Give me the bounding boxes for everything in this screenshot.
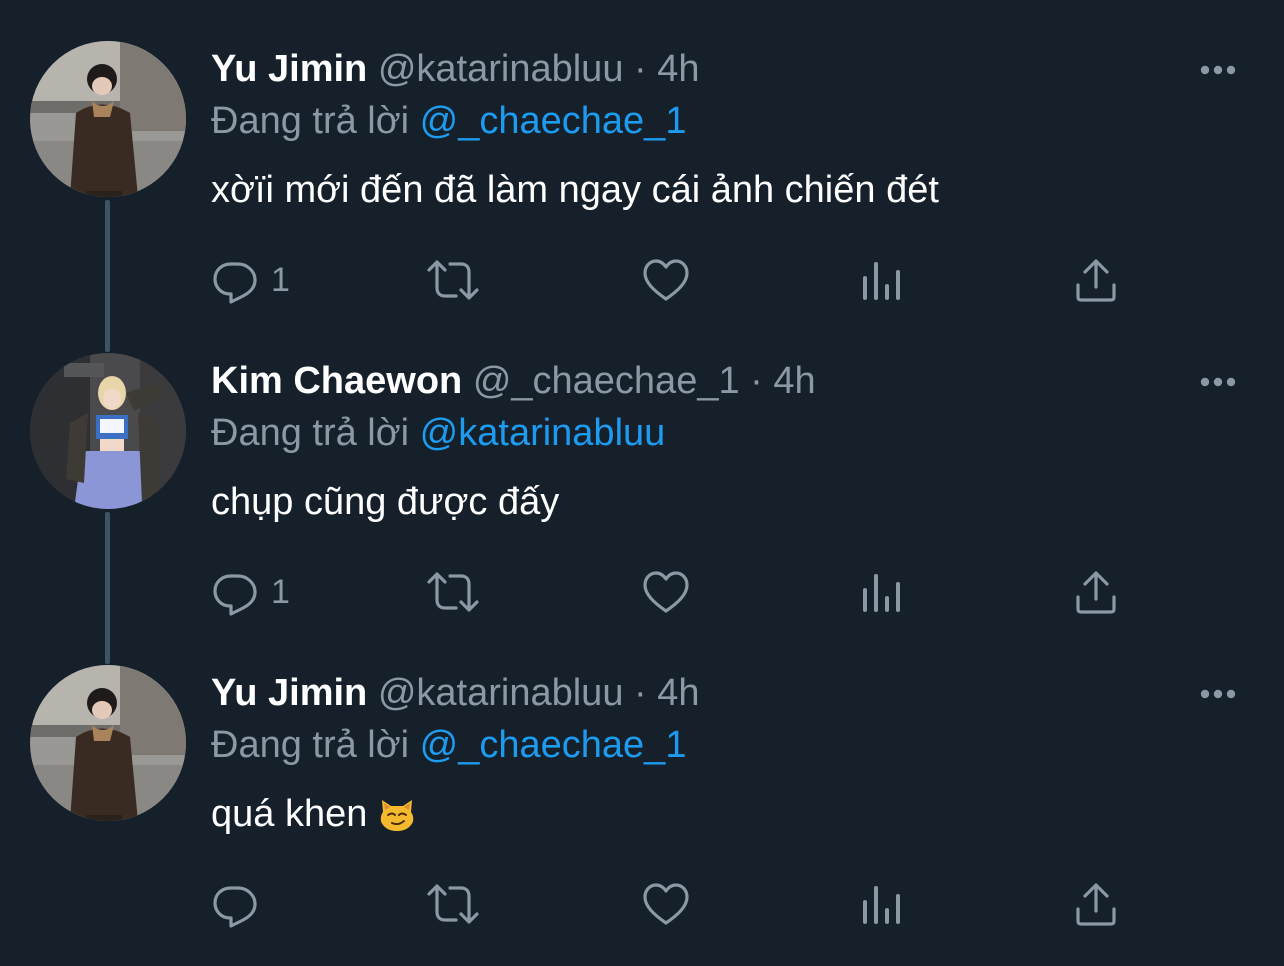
view-analytics-button[interactable] <box>859 254 903 306</box>
like-button[interactable] <box>641 878 691 930</box>
avatar[interactable] <box>30 41 186 197</box>
analytics-bars-icon <box>863 886 900 924</box>
reply-bubble-icon <box>213 574 257 616</box>
reply-bubble-icon <box>213 262 257 304</box>
tweet-actions <box>211 878 1141 930</box>
replying-to-label: Đang trả lời <box>211 724 410 766</box>
tweet-header: Yu Jimin @katarinabluu · 4h <box>211 668 700 718</box>
smirking-cat-emoji <box>378 794 416 832</box>
replying-to: Đang trả lời @_chaechae_1 <box>211 96 686 146</box>
analytics-bars-icon <box>863 262 900 300</box>
reply-bubble-icon <box>213 886 257 928</box>
tweet-actions: 1 <box>211 566 1141 618</box>
replying-to: Đang trả lời @katarinabluu <box>211 408 665 458</box>
username[interactable]: @katarinabluu <box>378 48 624 90</box>
more-options-button[interactable] <box>1198 50 1238 90</box>
share-upload-icon <box>1076 883 1116 926</box>
replying-to-label: Đang trả lời <box>211 100 410 142</box>
timestamp[interactable]: 4h <box>657 48 699 90</box>
share-button[interactable] <box>1073 254 1119 306</box>
retweet-icon <box>427 572 479 612</box>
share-upload-icon <box>1076 571 1116 614</box>
more-dots-icon <box>1200 65 1236 75</box>
username[interactable]: @katarinabluu <box>378 672 624 714</box>
timestamp[interactable]: 4h <box>773 360 815 402</box>
reply-button[interactable] <box>211 878 259 930</box>
timestamp[interactable]: 4h <box>657 672 699 714</box>
analytics-bars-icon <box>863 574 900 612</box>
display-name[interactable]: Kim Chaewon <box>211 360 462 402</box>
reply-count: 1 <box>271 572 290 611</box>
retweet-icon <box>427 884 479 924</box>
share-upload-icon <box>1076 259 1116 302</box>
retweet-button[interactable] <box>425 254 481 306</box>
tweet[interactable]: Yu Jimin @katarinabluu · 4h Đang trả lời… <box>0 624 1284 936</box>
tweet[interactable]: Kim Chaewon @_chaechae_1 · 4h Đang trả l… <box>0 312 1284 624</box>
heart-icon <box>643 571 689 613</box>
more-options-button[interactable] <box>1198 362 1238 402</box>
share-button[interactable] <box>1073 566 1119 618</box>
tweet-text-content: quá khen <box>211 793 368 835</box>
heart-icon <box>643 259 689 301</box>
tweet-actions: 1 <box>211 254 1141 306</box>
tweet-header: Kim Chaewon @_chaechae_1 · 4h <box>211 356 816 406</box>
reply-count: 1 <box>271 260 290 299</box>
view-analytics-button[interactable] <box>859 878 903 930</box>
separator-dot: · <box>750 360 763 402</box>
retweet-button[interactable] <box>425 878 481 930</box>
like-button[interactable] <box>641 254 691 306</box>
replying-to-label: Đang trả lời <box>211 412 410 454</box>
reply-button[interactable]: 1 <box>211 566 290 618</box>
replying-to-handle-link[interactable]: @_chaechae_1 <box>420 100 687 142</box>
display-name[interactable]: Yu Jimin <box>211 672 367 714</box>
retweet-button[interactable] <box>425 566 481 618</box>
avatar[interactable] <box>30 665 186 821</box>
view-analytics-button[interactable] <box>859 566 903 618</box>
more-options-button[interactable] <box>1198 674 1238 714</box>
tweet-text-content: chụp cũng được đấy <box>211 481 560 523</box>
more-dots-icon <box>1200 689 1236 699</box>
tweet-text: chụp cũng được đấy <box>211 476 559 528</box>
retweet-icon <box>427 260 479 300</box>
replying-to-handle-link[interactable]: @_chaechae_1 <box>420 724 687 766</box>
reply-button[interactable]: 1 <box>211 254 290 306</box>
username[interactable]: @_chaechae_1 <box>473 360 740 402</box>
more-dots-icon <box>1200 377 1236 387</box>
tweet-text-content: xờïi mới đến đã làm ngay cái ảnh chiến đ… <box>211 169 939 211</box>
avatar[interactable] <box>30 353 186 509</box>
tweet-header: Yu Jimin @katarinabluu · 4h <box>211 44 700 94</box>
tweet-text: quá khen <box>211 788 416 840</box>
tweet-text: xờïi mới đến đã làm ngay cái ảnh chiến đ… <box>211 164 939 216</box>
replying-to: Đang trả lời @_chaechae_1 <box>211 720 686 770</box>
tweet[interactable]: Yu Jimin @katarinabluu · 4h Đang trả lời… <box>0 0 1284 312</box>
separator-dot: · <box>634 672 647 714</box>
share-button[interactable] <box>1073 878 1119 930</box>
display-name[interactable]: Yu Jimin <box>211 48 367 90</box>
separator-dot: · <box>634 48 647 90</box>
like-button[interactable] <box>641 566 691 618</box>
heart-icon <box>643 883 689 925</box>
replying-to-handle-link[interactable]: @katarinabluu <box>420 412 666 454</box>
